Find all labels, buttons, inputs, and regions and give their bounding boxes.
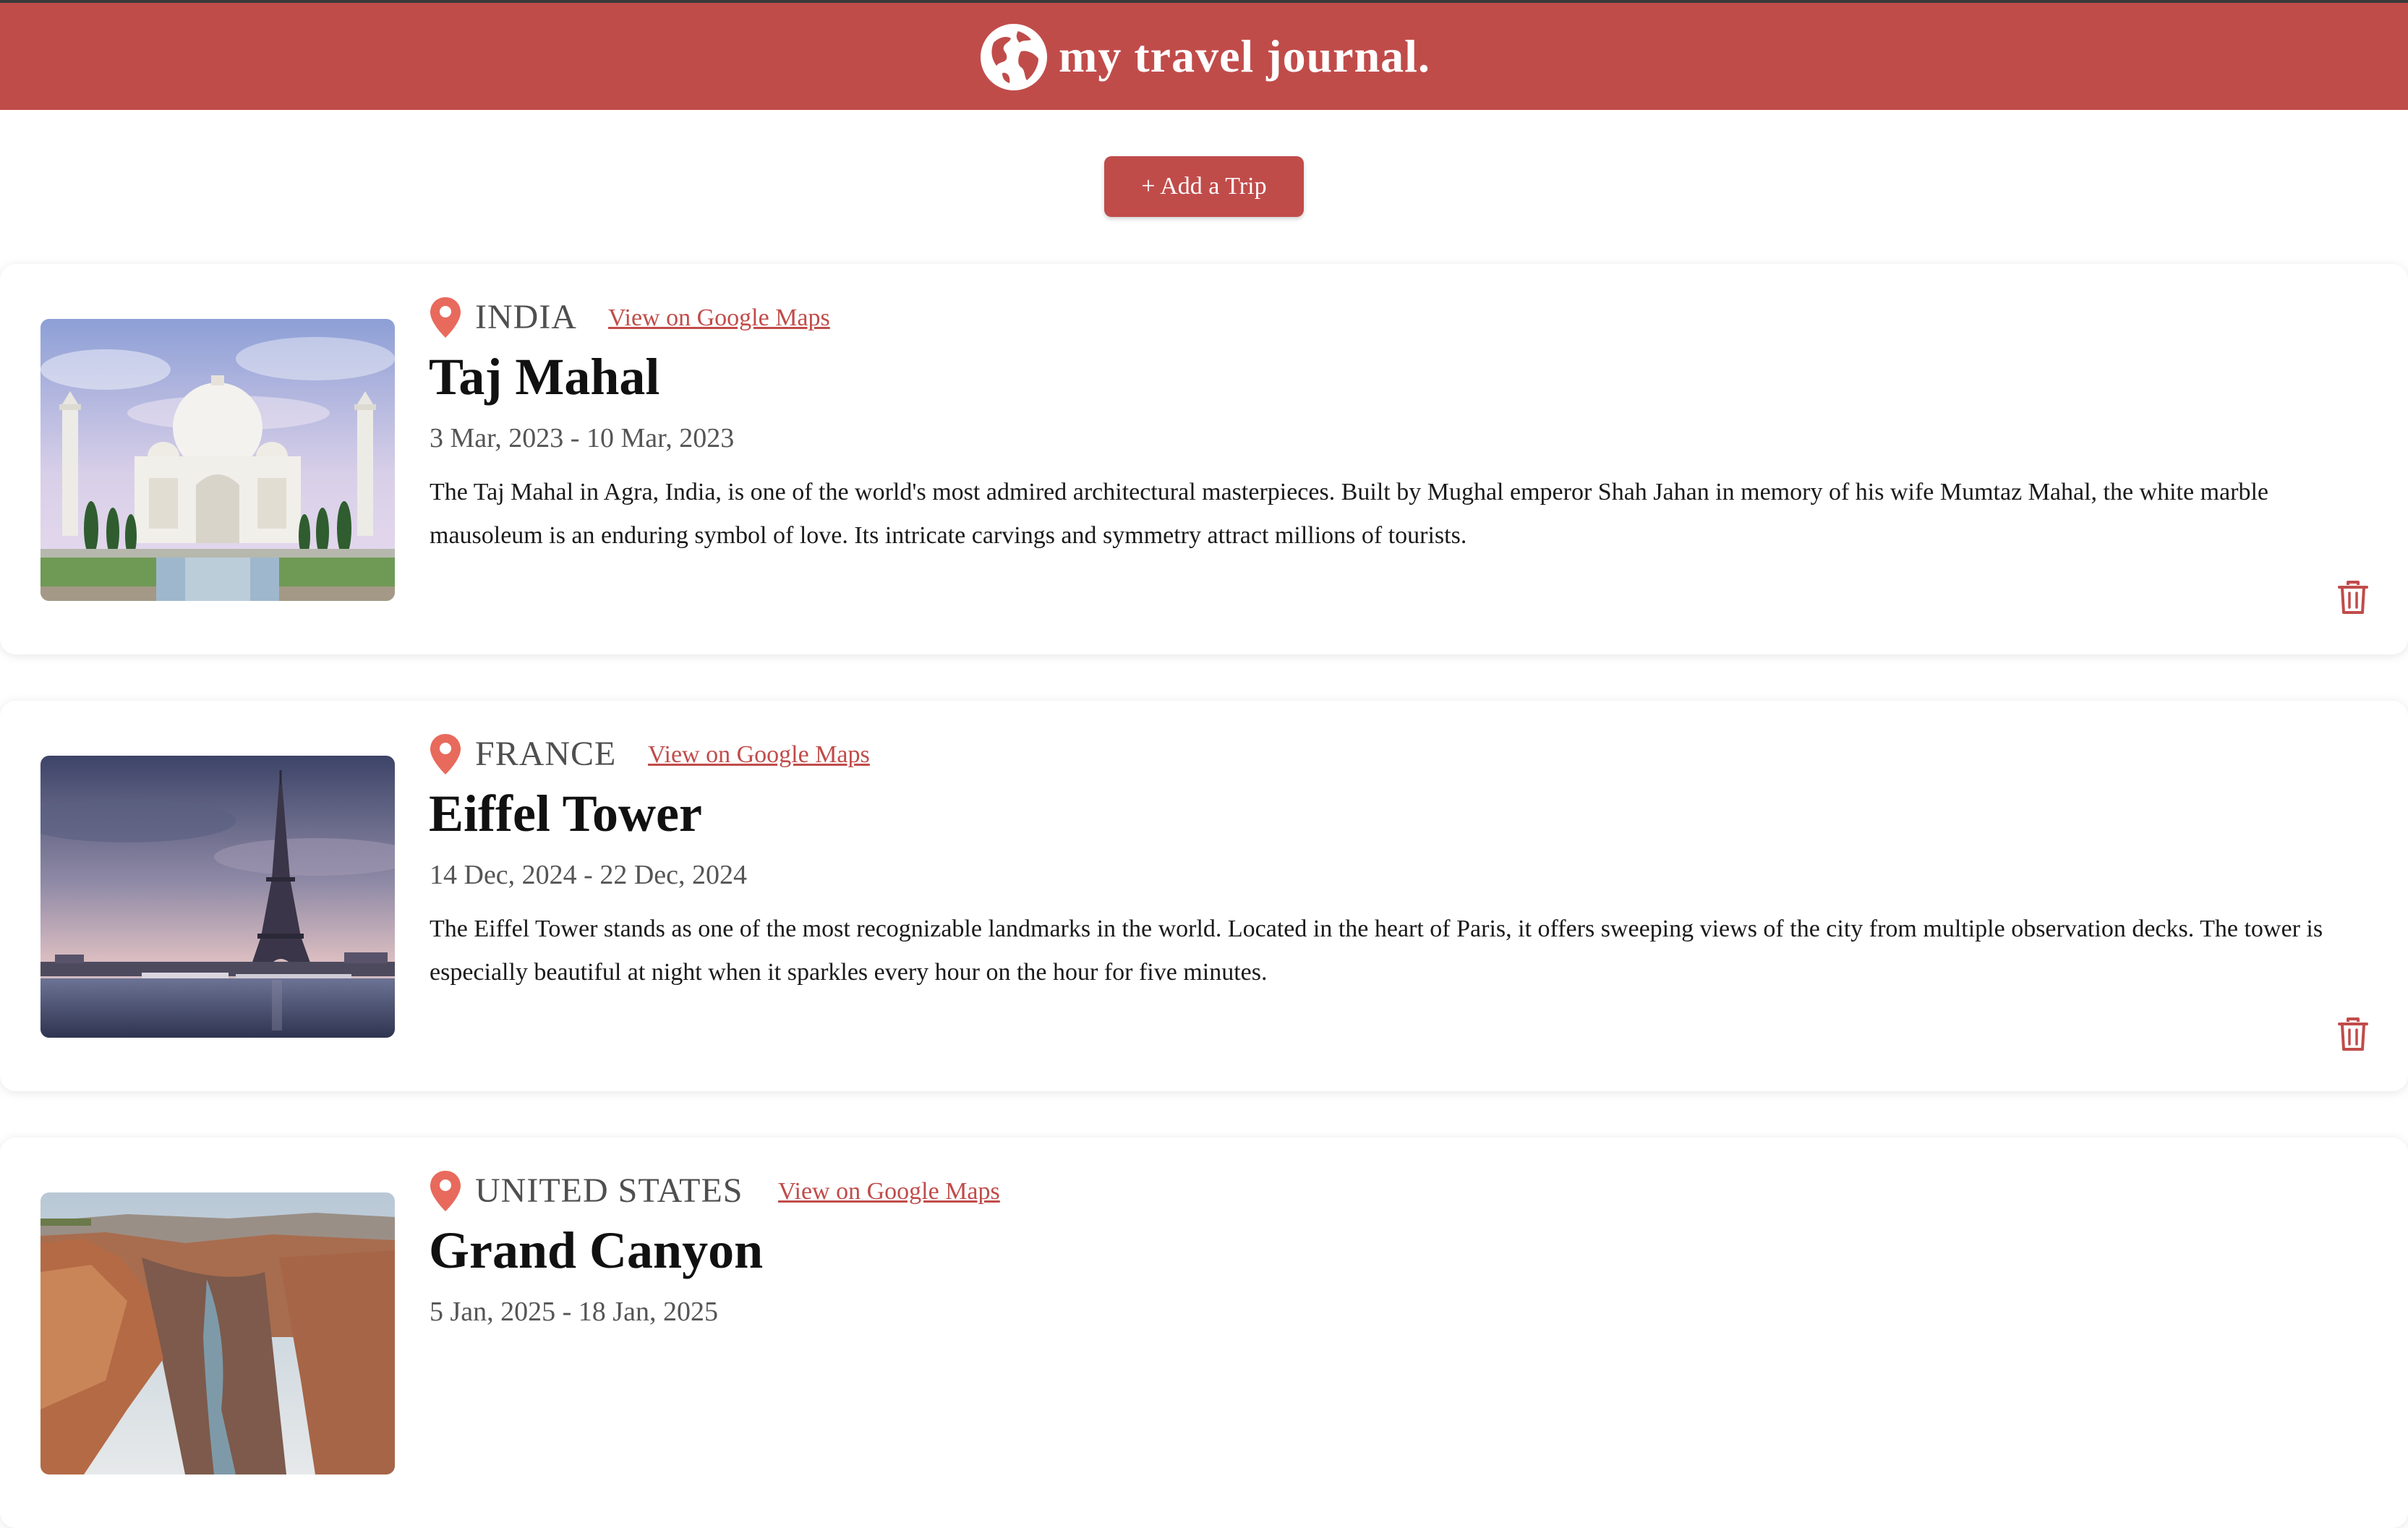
google-maps-link[interactable]: View on Google Maps xyxy=(778,1174,1000,1210)
trip-dates: 3 Mar, 2023 - 10 Mar, 2023 xyxy=(430,423,735,453)
trip-country: INDIA xyxy=(475,298,577,336)
trip-title: Grand Canyon xyxy=(429,1221,764,1279)
add-trip-button[interactable]: + Add a Trip xyxy=(1104,156,1304,217)
trip-country: UNITED STATES xyxy=(475,1171,743,1210)
trip-card: UNITED STATES View on Google Maps Grand … xyxy=(0,1138,2408,1528)
eiffel-tower-photo xyxy=(40,756,395,1038)
grand-canyon-photo xyxy=(40,1192,395,1474)
location-pin-icon xyxy=(430,297,461,338)
trip-country: FRANCE xyxy=(475,735,617,773)
trip-card: FRANCE View on Google Maps Eiffel Tower … xyxy=(0,701,2408,1091)
trip-title: Taj Mahal xyxy=(429,348,660,406)
trip-card: INDIA View on Google Maps Taj Mahal 3 Ma… xyxy=(0,264,2408,654)
taj-mahal-photo xyxy=(40,319,395,601)
trip-dates: 5 Jan, 2025 - 18 Jan, 2025 xyxy=(430,1297,718,1327)
app-title: my travel journal. xyxy=(1059,30,1430,82)
google-maps-link[interactable]: View on Google Maps xyxy=(648,737,870,773)
location-pin-icon xyxy=(430,734,461,774)
globe-icon xyxy=(981,24,1048,90)
trash-icon[interactable] xyxy=(2337,1017,2369,1052)
trash-icon[interactable] xyxy=(2337,581,2369,615)
trip-title: Eiffel Tower xyxy=(429,785,702,842)
trip-description: The Taj Mahal in Agra, India, is one of … xyxy=(430,479,2268,549)
trip-dates: 14 Dec, 2024 - 22 Dec, 2024 xyxy=(430,860,748,890)
app-header: my travel journal. xyxy=(0,3,2408,110)
trip-description: The Eiffel Tower stands as one of the mo… xyxy=(430,915,2323,986)
google-maps-link[interactable]: View on Google Maps xyxy=(608,300,830,336)
location-pin-icon xyxy=(430,1171,461,1211)
